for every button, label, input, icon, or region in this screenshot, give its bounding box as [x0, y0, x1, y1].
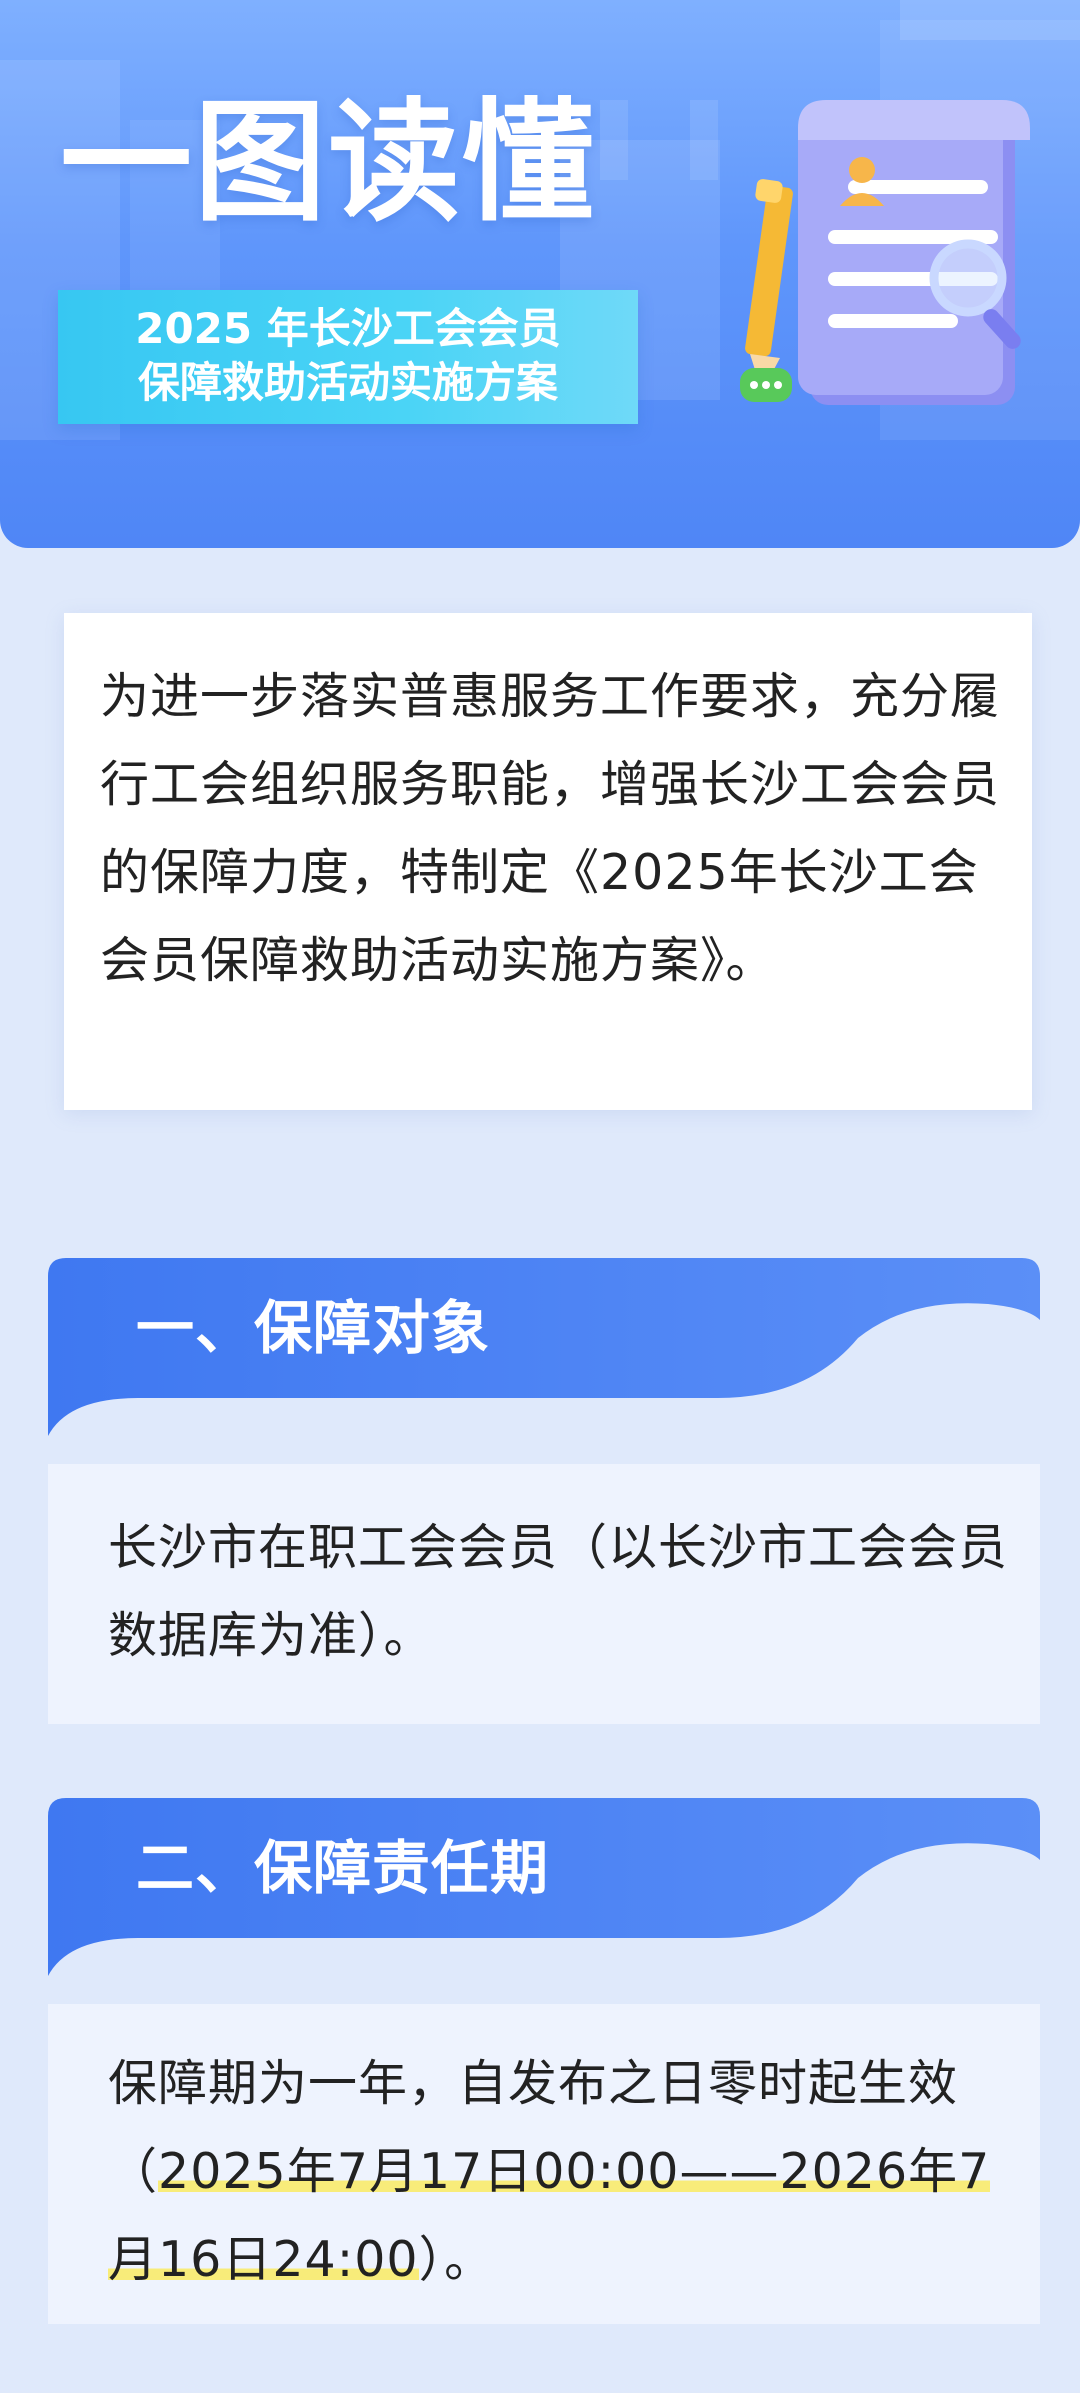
intro-text: 为进一步落实普惠服务工作要求，充分履行工会组织服务职能，增强长沙工会会员的保障力… — [100, 668, 1001, 989]
section-body: 长沙市在职工会会员（以长沙市工会会员数据库为准）。 — [48, 1464, 1040, 1724]
section-coverage-period: 二、保障责任期 保障期为一年，自发布之日零时起生效（2025年7月17日00:0… — [48, 1798, 1040, 2324]
background-building — [600, 100, 628, 180]
section-title: 一、保障对象 — [136, 1294, 491, 1362]
section-coverage-target: 一、保障对象 长沙市在职工会会员（以长沙市工会会员数据库为准）。 — [48, 1258, 1040, 1724]
background-building — [690, 100, 718, 180]
header-banner: 一图读懂 2025 年长沙工会会员 保障救助活动实施方案 — [0, 0, 1080, 548]
background-building — [900, 0, 1080, 40]
subtitle-box: 2025 年长沙工会会员 保障救助活动实施方案 — [58, 290, 638, 424]
date-range-highlight: 2025年7月17日00:00——2026年7月16日24:00 — [108, 2143, 991, 2288]
section-header: 一、保障对象 — [48, 1258, 1040, 1464]
section-body: 保障期为一年，自发布之日零时起生效（2025年7月17日00:00——2026年… — [48, 2004, 1040, 2324]
intro-card: 为进一步落实普惠服务工作要求，充分履行工会组织服务职能，增强长沙工会会员的保障力… — [64, 613, 1032, 1110]
section-header: 二、保障责任期 — [48, 1798, 1040, 2004]
section-text-end: ）。 — [418, 2231, 495, 2288]
document-illustration — [740, 100, 1030, 405]
section-title: 二、保障责任期 — [136, 1834, 550, 1902]
chat-bubble-icon — [740, 368, 792, 402]
subtitle-line-1: 2025 年长沙工会会员 — [135, 304, 561, 353]
section-text: 保障期为一年，自发布之日零时起生效（2025年7月17日00:00——2026年… — [108, 2040, 1008, 2304]
section-text: 长沙市在职工会会员（以长沙市工会会员数据库为准）。 — [108, 1519, 1009, 1664]
page-title: 一图读懂 — [60, 86, 596, 240]
subtitle-line-2: 保障救助活动实施方案 — [137, 358, 558, 407]
pencil-icon — [745, 179, 793, 392]
